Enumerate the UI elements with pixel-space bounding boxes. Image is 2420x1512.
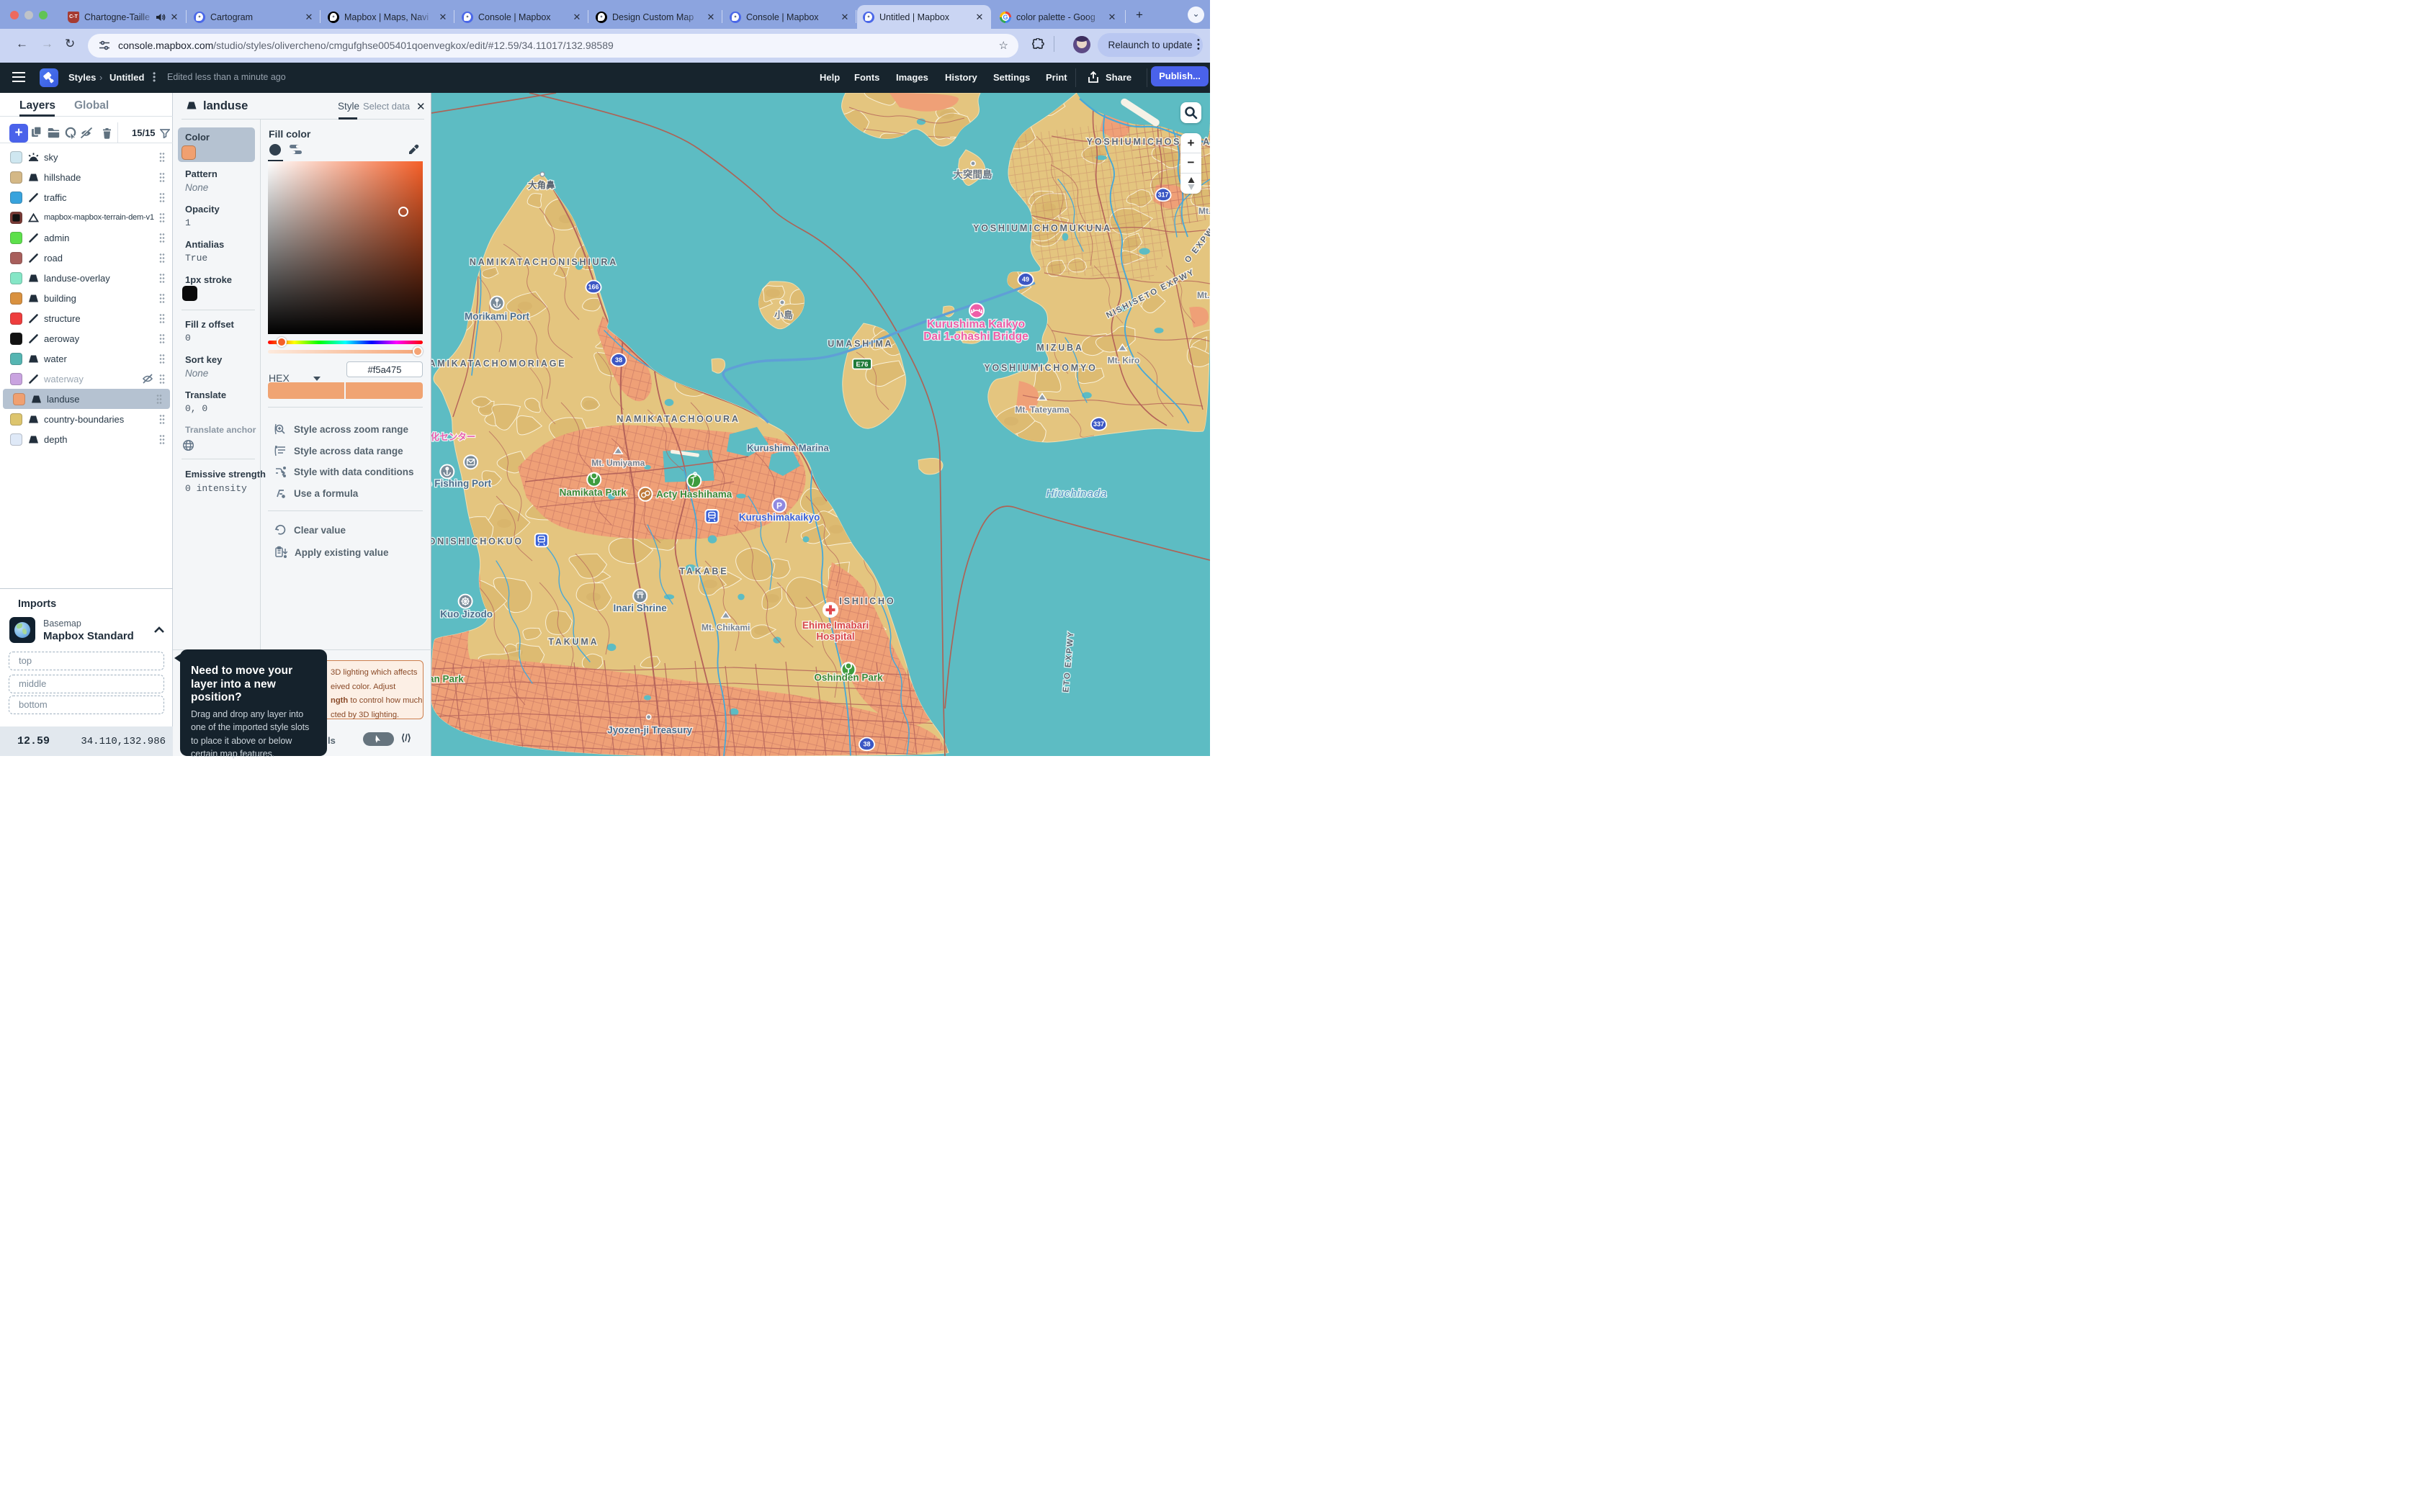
svg-text:YOSHIUMICHOMUKUNA: YOSHIUMICHOMUKUNA [973,223,1112,233]
svg-text:Ehime Imabari: Ehime Imabari [802,620,869,631]
svg-text:Kurushima Kaikyo: Kurushima Kaikyo [927,318,1025,330]
svg-text:Mt. Ya: Mt. Ya [1198,206,1210,216]
svg-text:Kurushimakaikyo: Kurushimakaikyo [739,512,820,523]
svg-text:Mt. H: Mt. H [1197,290,1210,300]
svg-text:Morikami Port: Morikami Port [465,311,530,322]
svg-text:Oshinden Park: Oshinden Park [814,672,883,683]
svg-text:TAKUMA: TAKUMA [548,637,599,647]
svg-text:Kurushima Marina: Kurushima Marina [747,442,829,453]
svg-text:38: 38 [615,356,622,364]
svg-text:Mt. Umiyama: Mt. Umiyama [591,458,645,468]
svg-text:化センター: 化センター [431,431,475,442]
svg-text:166: 166 [588,284,599,291]
svg-text:Namikata Park: Namikata Park [560,487,627,498]
svg-text:ISHIICHO: ISHIICHO [839,596,895,606]
svg-text:Inari Shrine: Inari Shrine [614,603,668,613]
svg-text:Dai 1-ohashi Bridge: Dai 1-ohashi Bridge [923,330,1028,343]
svg-text:TAKABE: TAKABE [679,567,728,577]
svg-text:Kuo Jizodo: Kuo Jizodo [440,609,493,620]
svg-text:ONISHICHOKUO: ONISHICHOKUO [431,536,524,546]
svg-text:UMASHIMA: UMASHIMA [828,339,893,349]
svg-text:Mt. Kiro: Mt. Kiro [1108,356,1140,366]
svg-text:317: 317 [1157,192,1168,199]
svg-text:337: 337 [1093,420,1104,428]
svg-text:MIZUBA: MIZUBA [1036,343,1083,353]
svg-text:P: P [776,500,782,510]
svg-text:Acty Hashihama: Acty Hashihama [656,489,732,500]
svg-text:Mt. Chikami: Mt. Chikami [702,622,750,632]
svg-text:大突間島: 大突間島 [954,168,992,180]
svg-text:大角鼻: 大角鼻 [528,180,555,191]
svg-text:Hiuchinada: Hiuchinada [1046,487,1107,500]
svg-text:E76: E76 [856,361,869,369]
svg-text:NAMIKATACHONISHIURA: NAMIKATACHONISHIURA [470,257,618,267]
svg-text:e Fishing Port: e Fishing Port [431,478,492,489]
svg-text:49: 49 [1022,276,1029,283]
svg-text:an Park: an Park [431,674,464,685]
svg-text:小島: 小島 [774,310,793,320]
svg-text:Mt. Tateyama: Mt. Tateyama [1015,405,1069,415]
svg-text:38: 38 [863,741,870,748]
svg-text:NAMIKATACHOOURA: NAMIKATACHOOURA [617,414,740,424]
svg-text:NAMIKATACHOMORIAGE: NAMIKATACHOMORIAGE [431,359,566,369]
svg-text:YOSHIUMICHOMYO: YOSHIUMICHOMYO [984,363,1097,373]
svg-text:Hospital: Hospital [816,631,854,642]
svg-text:Jyozen-ji Treasury: Jyozen-ji Treasury [607,725,692,736]
